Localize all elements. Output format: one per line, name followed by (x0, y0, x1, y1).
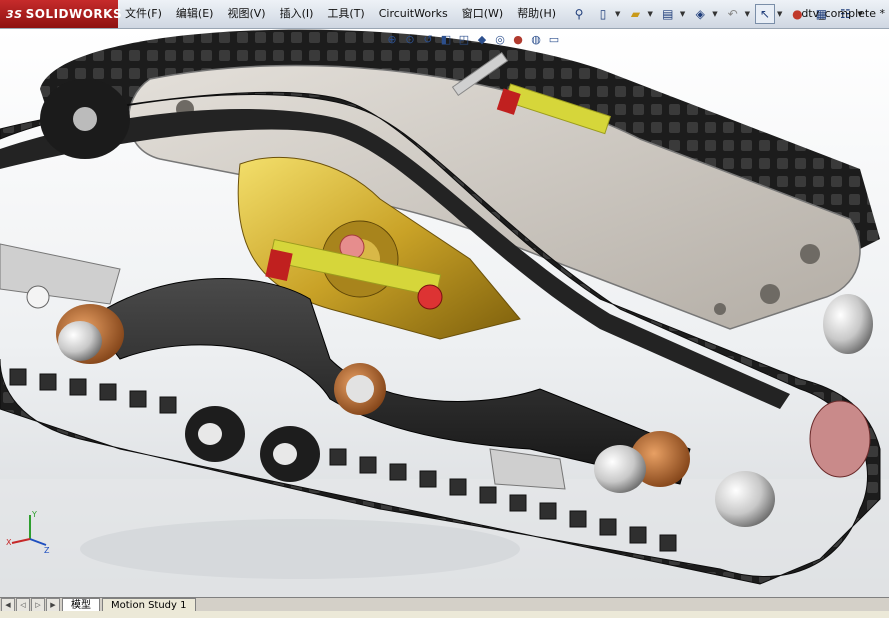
tab-bar: ◀ ◁ ▷ ▶ 模型 Motion Study 1 (0, 597, 889, 612)
brand-prefix: 3S (6, 7, 23, 21)
menu-view[interactable]: 视图(V) (220, 0, 272, 28)
triad-x-label: X (6, 538, 12, 547)
select-cursor-icon[interactable]: ↖ (755, 4, 775, 24)
monitor-icon[interactable]: ▭ (546, 31, 562, 47)
assembly-render (0, 29, 889, 597)
new-dropdown-icon[interactable]: ▼ (615, 10, 620, 18)
menu-edit[interactable]: 编辑(E) (169, 0, 221, 28)
triad-y-label: Y (31, 510, 37, 519)
scene-icon[interactable]: ◍ (528, 31, 544, 47)
solidworks-logo[interactable]: 3S SOLIDWORKS (0, 0, 122, 28)
zoom-to-fit-icon[interactable]: ⊕ (384, 31, 400, 47)
open-dropdown-icon[interactable]: ▼ (647, 10, 652, 18)
menu-tools[interactable]: 工具(T) (320, 0, 371, 28)
open-folder-icon[interactable]: ▰ (625, 4, 645, 24)
status-bar (0, 611, 889, 618)
zoom-area-icon[interactable]: ⊙ (402, 31, 418, 47)
triad-z-label: Z (44, 546, 50, 553)
tab-motion-study[interactable]: Motion Study 1 (102, 598, 196, 612)
display-style-icon[interactable]: ◆ (474, 31, 490, 47)
brand-name: SOLIDWORKS (25, 7, 123, 21)
section-view-icon[interactable]: ◧ (438, 31, 454, 47)
menu-file[interactable]: 文件(F) (118, 0, 169, 28)
graphics-area[interactable]: ⊕ ⊙ ↺ ◧ ◰ ◆ ◎ ● ◍ ▭ Y X Z (0, 29, 889, 597)
hide-show-icon[interactable]: ◎ (492, 31, 508, 47)
print-icon[interactable]: ▤ (658, 4, 678, 24)
select-dropdown-icon[interactable]: ▼ (777, 10, 782, 18)
title-bar: 3S SOLIDWORKS 文件(F) 编辑(E) 视图(V) 插入(I) 工具… (0, 0, 889, 29)
left-bracket (0, 243, 121, 305)
pin-icon[interactable]: ⚲ (569, 4, 589, 24)
tab-model[interactable]: 模型 (62, 598, 100, 612)
heads-up-toolbar: ⊕ ⊙ ↺ ◧ ◰ ◆ ◎ ● ◍ ▭ (384, 31, 562, 47)
previous-view-icon[interactable]: ↺ (420, 31, 436, 47)
undo-dropdown-icon[interactable]: ▼ (745, 10, 750, 18)
print-dropdown-icon[interactable]: ▼ (680, 10, 685, 18)
menu-window[interactable]: 窗口(W) (455, 0, 510, 28)
paint-icon[interactable]: ◈ (690, 4, 710, 24)
last-tab-icon[interactable]: ▶ (46, 598, 60, 612)
prev-tab-icon[interactable]: ◁ (16, 598, 30, 612)
view-orientation-icon[interactable]: ◰ (456, 31, 472, 47)
document-title: dtv_complete * (801, 7, 885, 20)
undo-icon[interactable]: ↶ (723, 4, 743, 24)
first-tab-icon[interactable]: ◀ (1, 598, 15, 612)
new-document-icon[interactable]: ▯ (593, 4, 613, 24)
next-tab-icon[interactable]: ▷ (31, 598, 45, 612)
menu-help[interactable]: 帮助(H) (510, 0, 563, 28)
coordinate-triad: Y X Z (6, 510, 50, 553)
menu-circuitworks[interactable]: CircuitWorks (372, 0, 455, 28)
menu-insert[interactable]: 插入(I) (273, 0, 321, 28)
menu-bar: 文件(F) 编辑(E) 视图(V) 插入(I) 工具(T) CircuitWor… (118, 0, 563, 28)
paint-dropdown-icon[interactable]: ▼ (712, 10, 717, 18)
appearance-icon[interactable]: ● (510, 31, 526, 47)
